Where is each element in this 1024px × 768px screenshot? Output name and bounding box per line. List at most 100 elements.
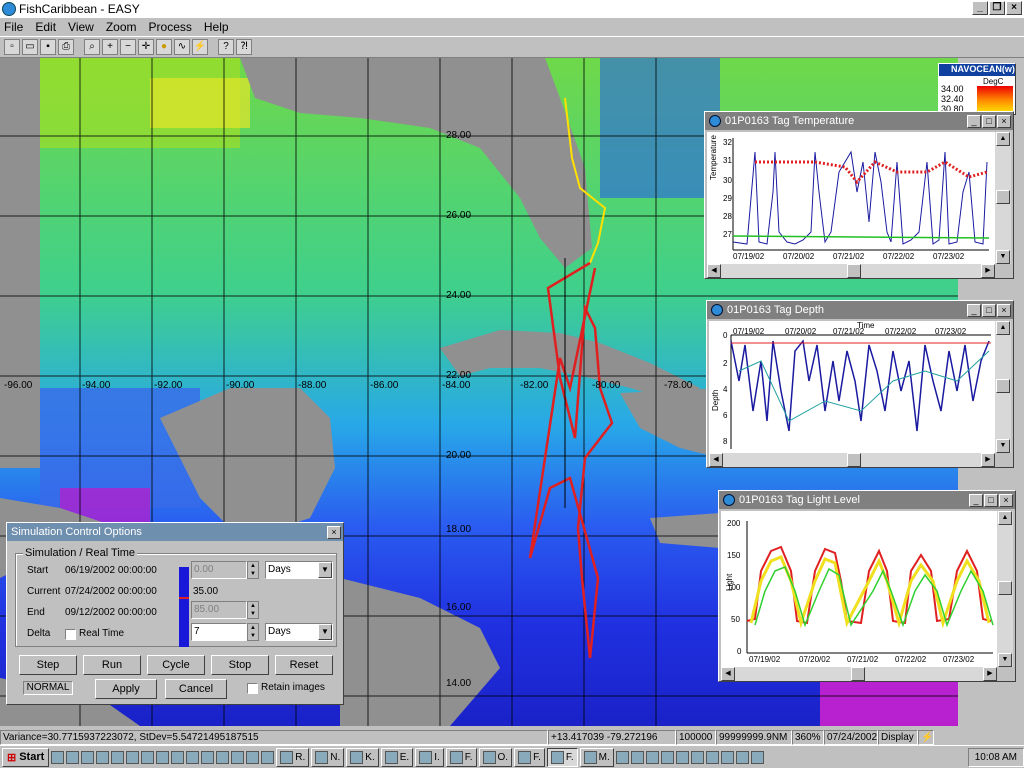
horizontal-scrollbar[interactable]: ◀ ▶ [709, 453, 995, 467]
restore-button[interactable]: ❐ [989, 1, 1005, 15]
task-button[interactable]: E. [381, 748, 413, 767]
menu-edit[interactable]: Edit [35, 20, 56, 34]
menu-view[interactable]: View [68, 20, 94, 34]
save-icon[interactable]: ▪ [40, 39, 56, 55]
quicklaunch-icon[interactable] [171, 751, 184, 764]
scroll-right-icon[interactable]: ▶ [981, 453, 995, 467]
scroll-down-icon[interactable]: ▼ [996, 250, 1010, 264]
task-button[interactable]: N. [311, 748, 344, 767]
scroll-down-icon[interactable]: ▼ [998, 653, 1012, 667]
quicklaunch-icon[interactable] [96, 751, 109, 764]
minimize-button[interactable]: _ [969, 494, 983, 507]
simulation-dialog-titlebar[interactable]: Simulation Control Options × [7, 523, 343, 541]
app-titlebar[interactable]: FishCaribbean - EASY _ ❐ × [0, 0, 1024, 18]
quicklaunch-icon[interactable] [51, 751, 64, 764]
simulation-control-dialog[interactable]: Simulation Control Options × Simulation … [6, 522, 344, 705]
end-spinner[interactable]: ▲▼ [247, 601, 259, 619]
tray-icon[interactable] [631, 751, 644, 764]
vertical-scrollbar[interactable]: ▲ ▼ [995, 132, 1011, 264]
quicklaunch-icon[interactable] [186, 751, 199, 764]
minimize-button[interactable]: _ [972, 1, 988, 15]
quicklaunch-icon[interactable] [261, 751, 274, 764]
quicklaunch-icon[interactable] [201, 751, 214, 764]
scroll-up-icon[interactable]: ▲ [998, 511, 1012, 525]
quicklaunch-icon[interactable] [216, 751, 229, 764]
delta-num-field[interactable]: 7 [191, 623, 247, 641]
quicklaunch-icon[interactable] [111, 751, 124, 764]
task-button-active[interactable]: F. [547, 748, 578, 767]
chevron-down-icon[interactable]: ▼ [318, 624, 332, 640]
start-num-field[interactable]: 0.00 [191, 561, 247, 579]
cancel-button[interactable]: Cancel [165, 679, 227, 699]
chart-icon[interactable]: ∿ [174, 39, 190, 55]
apply-button[interactable]: Apply [95, 679, 157, 699]
vertical-scrollbar[interactable]: ▲ ▼ [995, 321, 1011, 453]
scroll-thumb[interactable] [998, 581, 1012, 595]
scroll-left-icon[interactable]: ◀ [721, 667, 735, 681]
tray-icon[interactable] [616, 751, 629, 764]
tray-icon[interactable] [661, 751, 674, 764]
cycle-button[interactable]: Cycle [147, 655, 205, 675]
scroll-right-icon[interactable]: ▶ [981, 264, 995, 278]
zoom-out-icon[interactable]: − [120, 39, 136, 55]
new-file-icon[interactable]: ▫ [4, 39, 20, 55]
quicklaunch-icon[interactable] [126, 751, 139, 764]
scroll-up-icon[interactable]: ▲ [996, 321, 1010, 335]
close-button[interactable]: × [999, 494, 1013, 507]
vertical-scrollbar[interactable]: ▲ ▼ [997, 511, 1013, 667]
task-button[interactable]: O. [479, 748, 513, 767]
close-button[interactable]: × [997, 304, 1011, 317]
horizontal-scrollbar[interactable]: ◀ ▶ [707, 264, 995, 278]
realtime-checkbox[interactable] [65, 629, 76, 640]
maximize-button[interactable]: □ [984, 494, 998, 507]
task-button[interactable]: F. [446, 748, 477, 767]
quicklaunch-icon[interactable] [66, 751, 79, 764]
close-button[interactable]: × [997, 115, 1011, 128]
tray-icon[interactable] [706, 751, 719, 764]
tray-icon[interactable] [751, 751, 764, 764]
close-button[interactable]: × [1006, 1, 1022, 15]
unit-select-bottom[interactable]: Days ▼ [265, 623, 333, 641]
retain-images-checkbox[interactable] [247, 683, 258, 694]
tray-icon[interactable] [646, 751, 659, 764]
menu-zoom[interactable]: Zoom [106, 20, 137, 34]
scroll-thumb[interactable] [851, 667, 865, 681]
run-button[interactable]: Run [83, 655, 141, 675]
menu-file[interactable]: File [4, 20, 23, 34]
scroll-down-icon[interactable]: ▼ [996, 439, 1010, 453]
reset-button[interactable]: Reset [275, 655, 333, 675]
start-spinner[interactable]: ▲▼ [247, 561, 259, 579]
quicklaunch-icon[interactable] [81, 751, 94, 764]
unit-select-top[interactable]: Days ▼ [265, 561, 333, 579]
maximize-button[interactable]: □ [982, 304, 996, 317]
temperature-window[interactable]: 01P0163 Tag Temperature _□× Temperature … [704, 111, 1014, 279]
close-button[interactable]: × [327, 526, 341, 539]
tray-icon[interactable] [721, 751, 734, 764]
horizontal-scrollbar[interactable]: ◀ ▶ [721, 667, 997, 681]
scroll-thumb[interactable] [996, 190, 1010, 204]
open-folder-icon[interactable]: ▭ [22, 39, 38, 55]
quicklaunch-icon[interactable] [141, 751, 154, 764]
light-window-titlebar[interactable]: 01P0163 Tag Light Level _□× [719, 491, 1015, 509]
delta-spinner[interactable]: ▲▼ [247, 623, 259, 641]
stop-button[interactable]: Stop [211, 655, 269, 675]
quicklaunch-icon[interactable] [156, 751, 169, 764]
task-button[interactable]: F. [514, 748, 545, 767]
center-icon[interactable]: ✛ [138, 39, 154, 55]
tray-icon[interactable] [736, 751, 749, 764]
depth-window-titlebar[interactable]: 01P0163 Tag Depth _□× [707, 301, 1013, 319]
scroll-left-icon[interactable]: ◀ [707, 264, 721, 278]
task-button[interactable]: K. [346, 748, 378, 767]
step-button[interactable]: Step [19, 655, 77, 675]
scroll-right-icon[interactable]: ▶ [983, 667, 997, 681]
light-window[interactable]: 01P0163 Tag Light Level _□× Light 200 15… [718, 490, 1016, 682]
scroll-thumb[interactable] [996, 379, 1010, 393]
task-button[interactable]: R. [276, 748, 309, 767]
scroll-thumb[interactable] [847, 264, 861, 278]
start-button[interactable]: ⊞ Start [2, 748, 49, 767]
menu-help[interactable]: Help [204, 20, 229, 34]
help-icon[interactable]: ? [218, 39, 234, 55]
scroll-up-icon[interactable]: ▲ [996, 132, 1010, 146]
temperature-window-titlebar[interactable]: 01P0163 Tag Temperature _□× [705, 112, 1013, 130]
zoom-in-icon[interactable]: + [102, 39, 118, 55]
